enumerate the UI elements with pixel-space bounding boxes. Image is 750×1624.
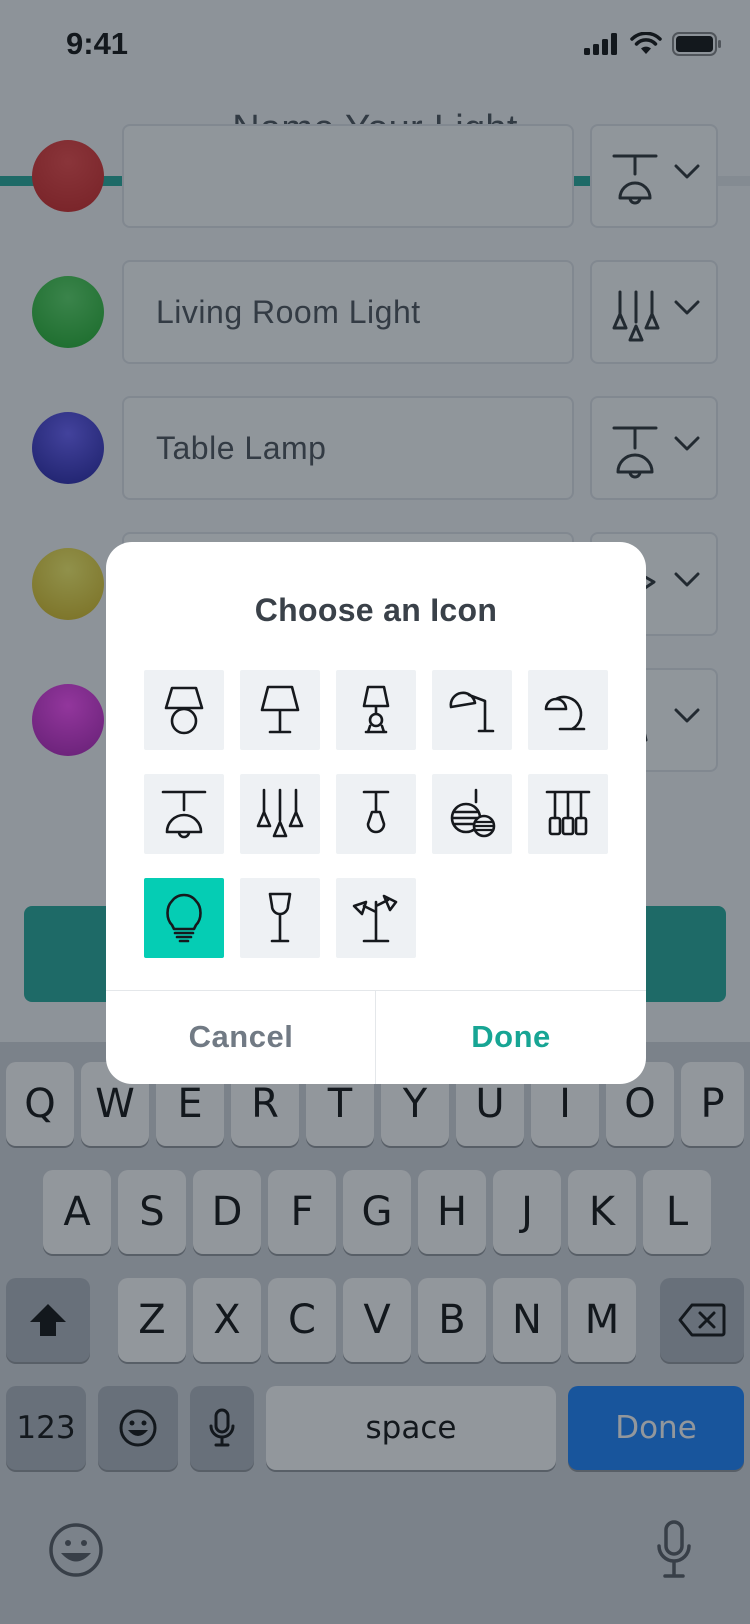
triple-cone-pendant-icon [256,788,304,838]
multi-pendant-bar-icon [545,790,591,836]
icon-option[interactable] [432,670,512,750]
icon-option[interactable] [240,878,320,958]
icon-option[interactable] [528,774,608,854]
icon-option[interactable] [144,670,224,750]
light-bulb-icon [166,893,202,943]
pendant-dome-icon [161,790,207,839]
icon-option-selected[interactable] [144,878,224,958]
icon-option[interactable] [528,670,608,750]
choose-icon-dialog: Choose an Icon Cancel Done [106,542,646,1084]
icon-option[interactable] [336,670,416,750]
arc-lamp-icon [544,695,586,731]
small-lamp-icon [362,685,390,734]
icon-option[interactable] [240,774,320,854]
dialog-title: Choose an Icon [254,592,498,628]
globe-pendant-icon [450,788,496,838]
icon-option[interactable] [240,670,320,750]
icon-option[interactable] [336,878,416,958]
icon-option[interactable] [144,774,224,854]
table-lamp-round-icon [164,686,204,735]
single-pendant-icon [362,790,390,834]
icon-option[interactable] [432,774,512,854]
double-spot-lamp-icon [352,894,398,943]
desk-lamp-icon [449,691,495,733]
icon-option[interactable] [336,774,416,854]
cancel-button[interactable]: Cancel [106,990,376,1084]
floor-lamp-icon [268,892,292,943]
table-lamp-trapezoid-icon [260,685,300,734]
done-button[interactable]: Done [376,990,646,1084]
